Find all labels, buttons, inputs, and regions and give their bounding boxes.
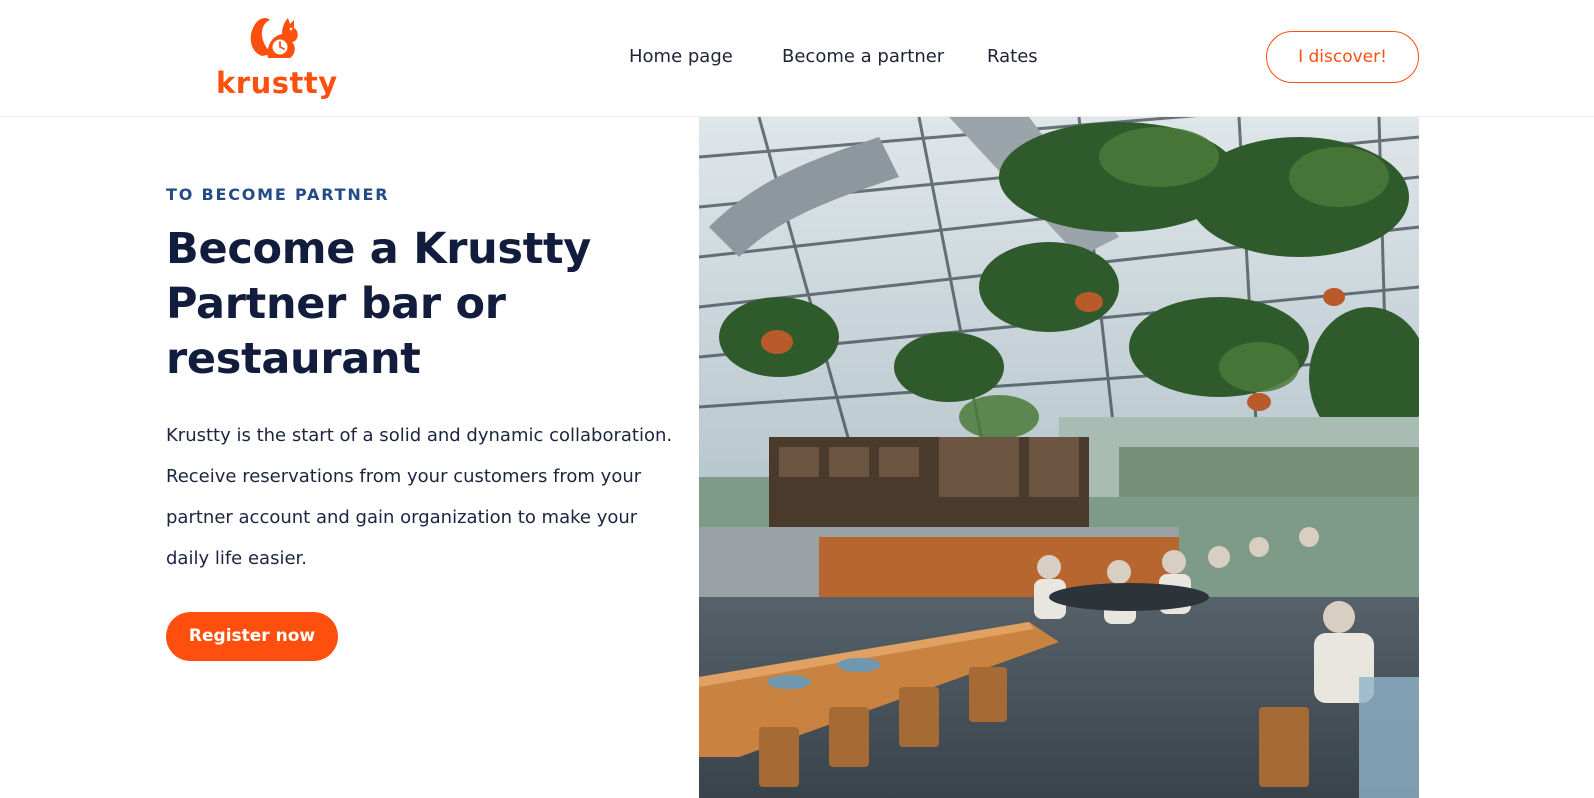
hero-eyebrow: TO BECOME PARTNER xyxy=(166,185,390,204)
nav-link-become-partner[interactable]: Become a partner xyxy=(782,44,944,70)
squirrel-clock-icon xyxy=(250,18,298,58)
hero-description: Krustty is the start of a solid and dyna… xyxy=(166,425,673,569)
discover-button[interactable]: I discover! xyxy=(1266,31,1419,83)
register-now-button[interactable]: Register now xyxy=(166,612,338,661)
page: krustty Home page Become a partner Rates… xyxy=(0,0,1594,798)
greenhouse-restaurant-photo xyxy=(699,117,1419,798)
nav-link-rates[interactable]: Rates xyxy=(987,44,1038,70)
hero-image xyxy=(699,117,1419,798)
site-header: krustty Home page Become a partner Rates… xyxy=(0,0,1594,117)
nav-link-home[interactable]: Home page xyxy=(629,44,733,70)
logo-wordmark: krustty xyxy=(216,66,338,100)
logo-link[interactable]: krustty xyxy=(216,12,338,102)
hero-title: Become a Krustty Partner bar or restaura… xyxy=(166,224,591,384)
